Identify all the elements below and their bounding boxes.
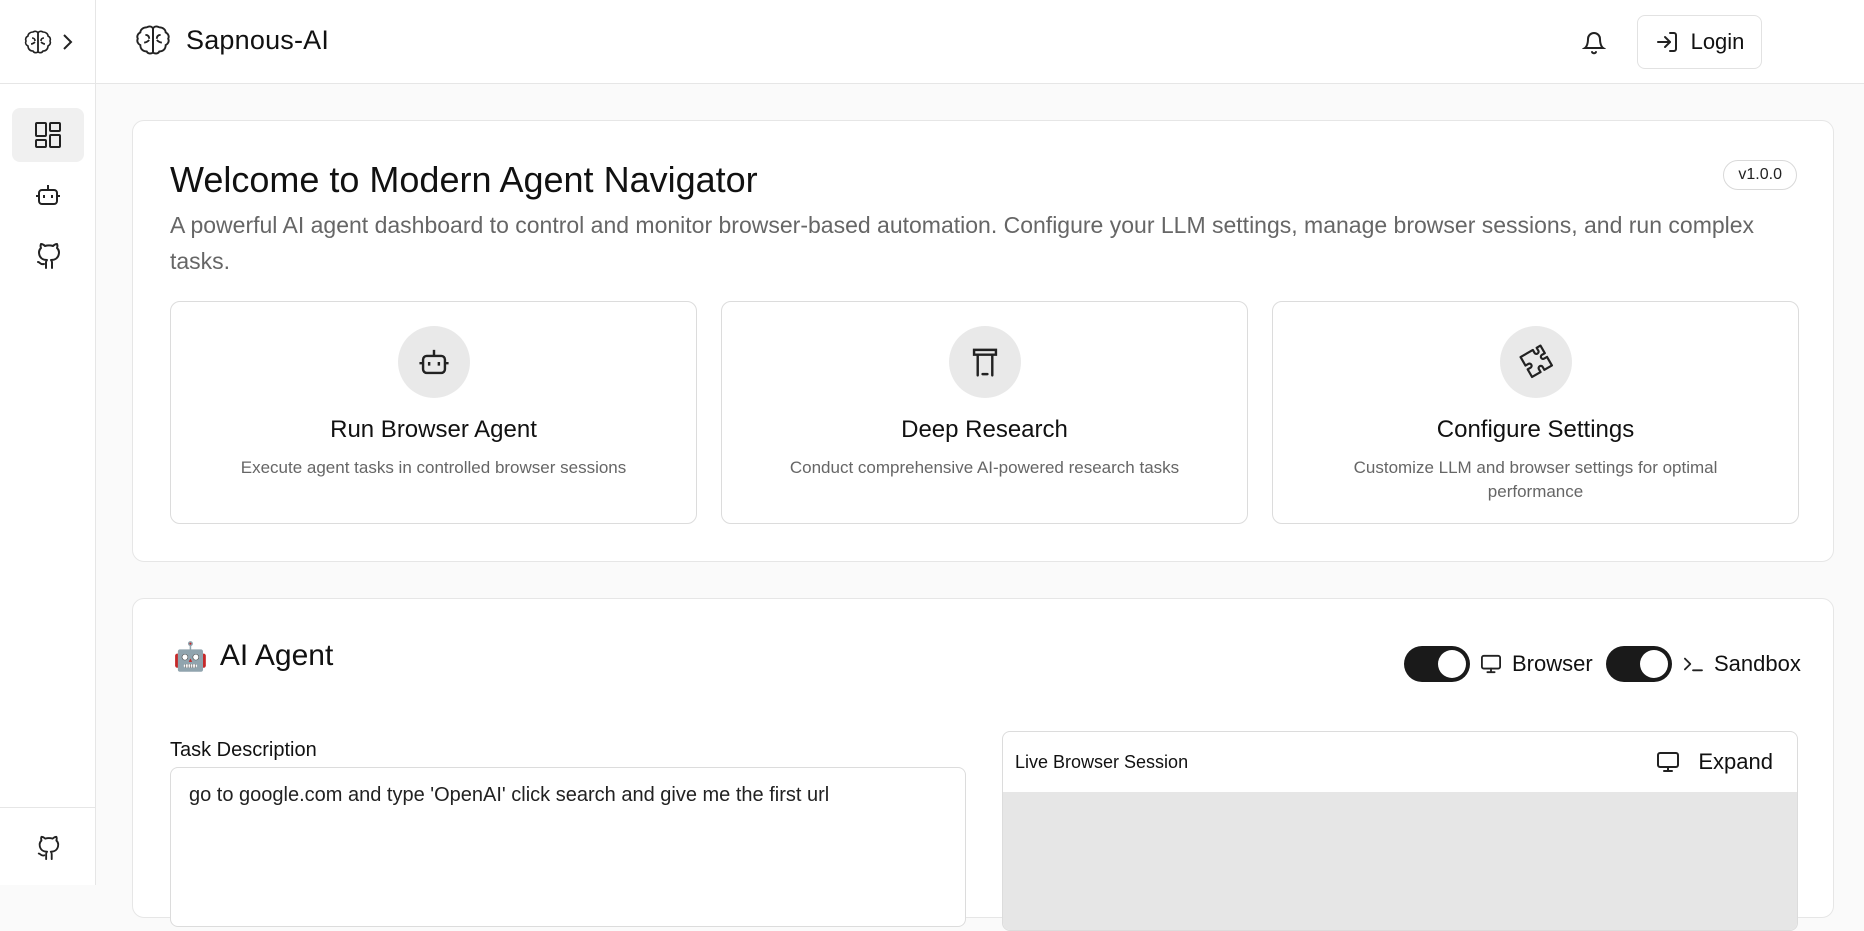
- feature-title: Deep Research: [901, 416, 1068, 443]
- brand-title: Sapnous-AI: [186, 24, 330, 55]
- dashboard-icon: [34, 121, 62, 149]
- bell-icon: [1582, 30, 1606, 56]
- sidebar-item-agent[interactable]: [12, 168, 84, 222]
- welcome-description: A powerful AI agent dashboard to control…: [170, 212, 1755, 274]
- terminal-icon: [1682, 655, 1704, 673]
- live-browser-title: Live Browser Session: [1015, 751, 1189, 772]
- brand[interactable]: Sapnous-AI: [134, 22, 329, 58]
- sandbox-toggle[interactable]: [1606, 646, 1672, 682]
- version-badge: v1.0.0: [1723, 160, 1797, 190]
- research-icon: [968, 345, 1002, 379]
- login-icon: [1655, 30, 1679, 54]
- feature-title: Configure Settings: [1436, 416, 1635, 443]
- agent-title-label: AI Agent: [219, 639, 334, 672]
- github-icon: [34, 240, 62, 270]
- feature-icon-circle: [1499, 326, 1572, 398]
- feature-icon-circle: [948, 326, 1021, 398]
- browser-toggle-label: Browser: [1512, 651, 1593, 676]
- brain-icon: [23, 28, 53, 56]
- robot-emoji-icon: 🤖: [173, 640, 208, 672]
- chevron-right-icon[interactable]: [61, 33, 73, 51]
- sidebar-item-dashboard[interactable]: [12, 108, 84, 162]
- feature-icon-circle: [397, 326, 470, 398]
- login-button[interactable]: Login: [1637, 15, 1762, 69]
- feature-description: Customize LLM and browser settings for o…: [1353, 458, 1718, 501]
- browser-toggle[interactable]: [1404, 646, 1470, 682]
- feature-description: Conduct comprehensive AI-powered researc…: [789, 458, 1180, 477]
- feature-card-deep-research[interactable]: Deep Research Conduct comprehensive AI-p…: [721, 301, 1248, 524]
- github-icon: [35, 833, 61, 861]
- feature-card-configure-settings[interactable]: Configure Settings Customize LLM and bro…: [1272, 301, 1799, 524]
- feature-description: Execute agent tasks in controlled browse…: [240, 458, 627, 477]
- top-header: Sapnous-AI Login: [96, 0, 1864, 84]
- ai-agent-panel: 🤖 AI Agent Browser Sandbox Task Descript…: [132, 598, 1834, 931]
- live-browser-session: Live Browser Session Expand: [1002, 731, 1798, 931]
- welcome-panel: Welcome to Modern Agent Navigator v1.0.0…: [132, 120, 1834, 562]
- notifications-button[interactable]: [1579, 28, 1609, 58]
- agent-section-title: 🤖 AI Agent: [173, 639, 333, 673]
- puzzle-icon: [1518, 344, 1554, 380]
- login-label: Login: [1690, 29, 1745, 54]
- sidebar-footer-github[interactable]: [0, 807, 96, 885]
- live-browser-viewport[interactable]: [1003, 792, 1797, 930]
- expand-button[interactable]: Expand: [1656, 749, 1773, 775]
- task-description-label: Task Description: [170, 739, 317, 761]
- feature-card-run-browser-agent[interactable]: Run Browser Agent Execute agent tasks in…: [170, 301, 697, 524]
- browser-toggle-group: Browser: [1404, 646, 1593, 682]
- live-browser-header: Live Browser Session Expand: [1003, 732, 1797, 792]
- task-description-input[interactable]: go to google.com and type 'OpenAI' click…: [170, 767, 966, 927]
- monitor-icon: [1656, 751, 1680, 773]
- expand-label: Expand: [1698, 749, 1773, 774]
- sidebar: [0, 0, 96, 885]
- sandbox-toggle-label: Sandbox: [1714, 651, 1801, 676]
- brain-icon: [134, 22, 172, 58]
- sandbox-toggle-group: Sandbox: [1606, 646, 1801, 682]
- feature-title: Run Browser Agent: [330, 416, 537, 443]
- monitor-icon: [1480, 654, 1502, 674]
- robot-icon: [34, 181, 62, 209]
- sidebar-item-github[interactable]: [12, 228, 84, 282]
- sidebar-header[interactable]: [0, 0, 95, 84]
- robot-icon: [417, 345, 451, 379]
- welcome-title: Welcome to Modern Agent Navigator: [170, 159, 758, 200]
